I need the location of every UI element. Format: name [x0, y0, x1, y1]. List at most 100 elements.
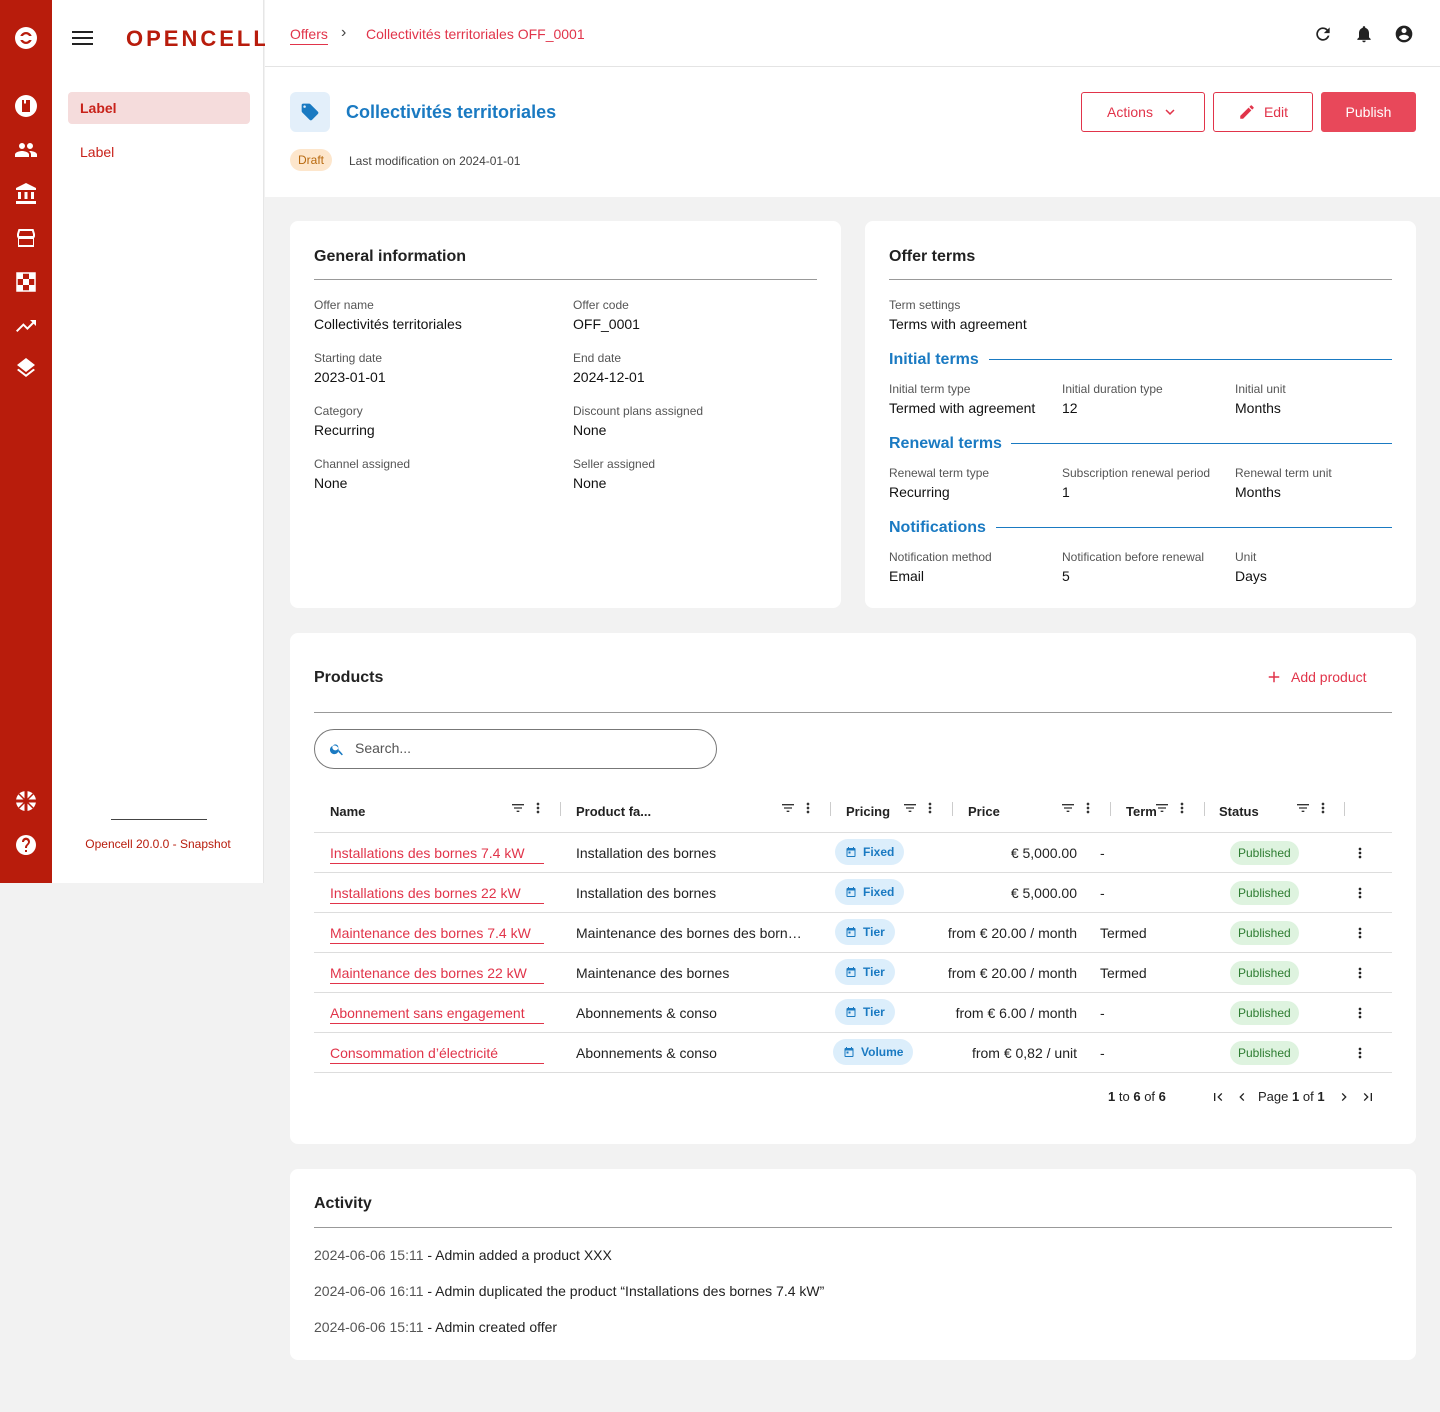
filter-icon: [1297, 804, 1309, 812]
sidenav-item-label-2[interactable]: Label: [68, 136, 250, 168]
bell-icon[interactable]: [1354, 24, 1374, 44]
card-title: Products: [314, 669, 384, 686]
calendar-icon: [846, 847, 856, 857]
column-header-pricing[interactable]: Pricing: [846, 799, 890, 823]
pricing-column-tools[interactable]: [902, 800, 938, 818]
column-header-price[interactable]: Price: [968, 799, 1000, 823]
field-end-date: End date 2024-12-01: [573, 351, 645, 385]
price-column-tools[interactable]: [1060, 800, 1096, 818]
card-title: Activity: [314, 1195, 372, 1212]
help-icon[interactable]: [14, 833, 38, 857]
product-term: -: [1100, 1005, 1105, 1021]
topbar: Offers › Collectivités territoriales OFF…: [265, 0, 1440, 67]
row-menu-icon[interactable]: [1352, 1045, 1368, 1061]
term-column-tools[interactable]: [1154, 800, 1190, 818]
column-separator[interactable]: [1344, 802, 1345, 816]
card-title: Offer terms: [889, 248, 976, 265]
edit-button[interactable]: Edit: [1213, 92, 1313, 132]
field-renewal-unit: Renewal term unit Months: [1235, 466, 1332, 500]
product-name-link[interactable]: Consommation d’électricité: [330, 1045, 544, 1064]
product-family: Maintenance des bornes des born…: [576, 925, 802, 941]
status-badge: Published: [1230, 961, 1299, 985]
field-notification-unit: Unit Days: [1235, 550, 1267, 584]
previous-page-icon[interactable]: [1234, 1089, 1250, 1105]
column-separator[interactable]: [1204, 802, 1205, 816]
finance-icon[interactable]: [14, 182, 38, 206]
actions-button[interactable]: Actions: [1081, 92, 1205, 132]
field-starting-date: Starting date 2023-01-01: [314, 351, 386, 385]
search-placeholder: Search...: [355, 740, 412, 756]
refresh-icon[interactable]: [1313, 24, 1333, 44]
menu-icon[interactable]: [72, 28, 94, 48]
field-seller: Seller assigned None: [573, 457, 656, 491]
pricing-chip: Volume: [833, 1039, 914, 1065]
filter-icon: [1156, 804, 1168, 812]
row-menu-icon[interactable]: [1352, 925, 1368, 941]
product-term: -: [1100, 885, 1105, 901]
row-menu-icon[interactable]: [1352, 885, 1368, 901]
column-header-product-family[interactable]: Product fa...: [576, 799, 651, 823]
product-name-link[interactable]: Maintenance des bornes 7.4 kW: [330, 925, 544, 944]
column-separator[interactable]: [830, 802, 831, 816]
field-offer-code: Offer code OFF_0001: [573, 298, 640, 332]
store-icon[interactable]: [14, 226, 38, 250]
column-header-status[interactable]: Status: [1219, 799, 1259, 823]
column-separator[interactable]: [1110, 802, 1111, 816]
divider: [989, 359, 1392, 360]
column-separator[interactable]: [952, 802, 953, 816]
edit-label: Edit: [1263, 104, 1289, 120]
product-price: from € 0,82 / unit: [971, 1045, 1077, 1061]
status-badge: Draft: [290, 149, 333, 171]
pricing-chip: Tier: [835, 959, 895, 985]
first-page-icon[interactable]: [1210, 1089, 1226, 1105]
plus-icon: [1268, 671, 1280, 683]
more-vertical-icon: [928, 802, 932, 814]
product-name-link[interactable]: Abonnement sans engagement: [330, 1005, 544, 1024]
field-notification-method: Notification method Email: [889, 550, 992, 584]
publish-button[interactable]: Publish: [1321, 92, 1416, 132]
product-name-link[interactable]: Installations des bornes 7.4 kW: [330, 845, 544, 864]
opencell-logo[interactable]: OPENCELL: [126, 26, 270, 52]
trending-icon[interactable]: [14, 314, 38, 338]
sidenav-item-label-1[interactable]: Label: [68, 92, 250, 124]
family-column-tools[interactable]: [780, 800, 816, 818]
calendar-icon: [846, 967, 856, 977]
divider: [314, 1072, 1392, 1073]
layers-icon[interactable]: [14, 358, 38, 382]
column-separator[interactable]: [560, 802, 561, 816]
catalog-icon[interactable]: [14, 94, 38, 118]
name-column-tools[interactable]: [510, 800, 546, 818]
divider: [314, 912, 1392, 913]
next-page-icon[interactable]: [1336, 1089, 1352, 1105]
search-input[interactable]: Search...: [314, 729, 717, 769]
search-icon: [329, 744, 343, 756]
last-page-icon[interactable]: [1360, 1089, 1376, 1105]
product-family: Installation des bornes: [576, 845, 717, 861]
column-header-name[interactable]: Name: [330, 799, 365, 823]
activity-entry: 2024-06-06 15:11 - Admin added a product…: [314, 1247, 612, 1263]
row-menu-icon[interactable]: [1352, 1005, 1368, 1021]
flag-uk-icon[interactable]: [14, 789, 38, 813]
opencell-logo-icon[interactable]: [14, 26, 38, 50]
checkerboard-icon[interactable]: [14, 270, 38, 294]
breadcrumb-offers[interactable]: Offers: [290, 26, 328, 45]
row-menu-icon[interactable]: [1352, 845, 1368, 861]
row-menu-icon[interactable]: [1352, 965, 1368, 981]
field-channel: Channel assigned None: [314, 457, 411, 491]
divider: [314, 1227, 1392, 1228]
product-price: from € 20.00 / month: [947, 925, 1077, 941]
add-product-button[interactable]: Add product: [1265, 668, 1367, 686]
more-vertical-icon: [1086, 802, 1090, 814]
customers-icon[interactable]: [14, 138, 38, 162]
product-name-link[interactable]: Maintenance des bornes 22 kW: [330, 965, 544, 984]
icon-rail: [0, 0, 52, 883]
account-icon[interactable]: [1394, 24, 1414, 44]
section-renewal-terms: Renewal terms: [889, 435, 1002, 452]
offer-terms-card: Offer terms Term settings Terms with agre…: [865, 221, 1416, 608]
column-header-term[interactable]: Term: [1126, 799, 1157, 823]
product-term: -: [1100, 845, 1105, 861]
product-name-link[interactable]: Installations des bornes 22 kW: [330, 885, 544, 904]
divider: [314, 992, 1392, 993]
section-notifications: Notifications: [889, 519, 986, 536]
status-column-tools[interactable]: [1295, 800, 1331, 818]
